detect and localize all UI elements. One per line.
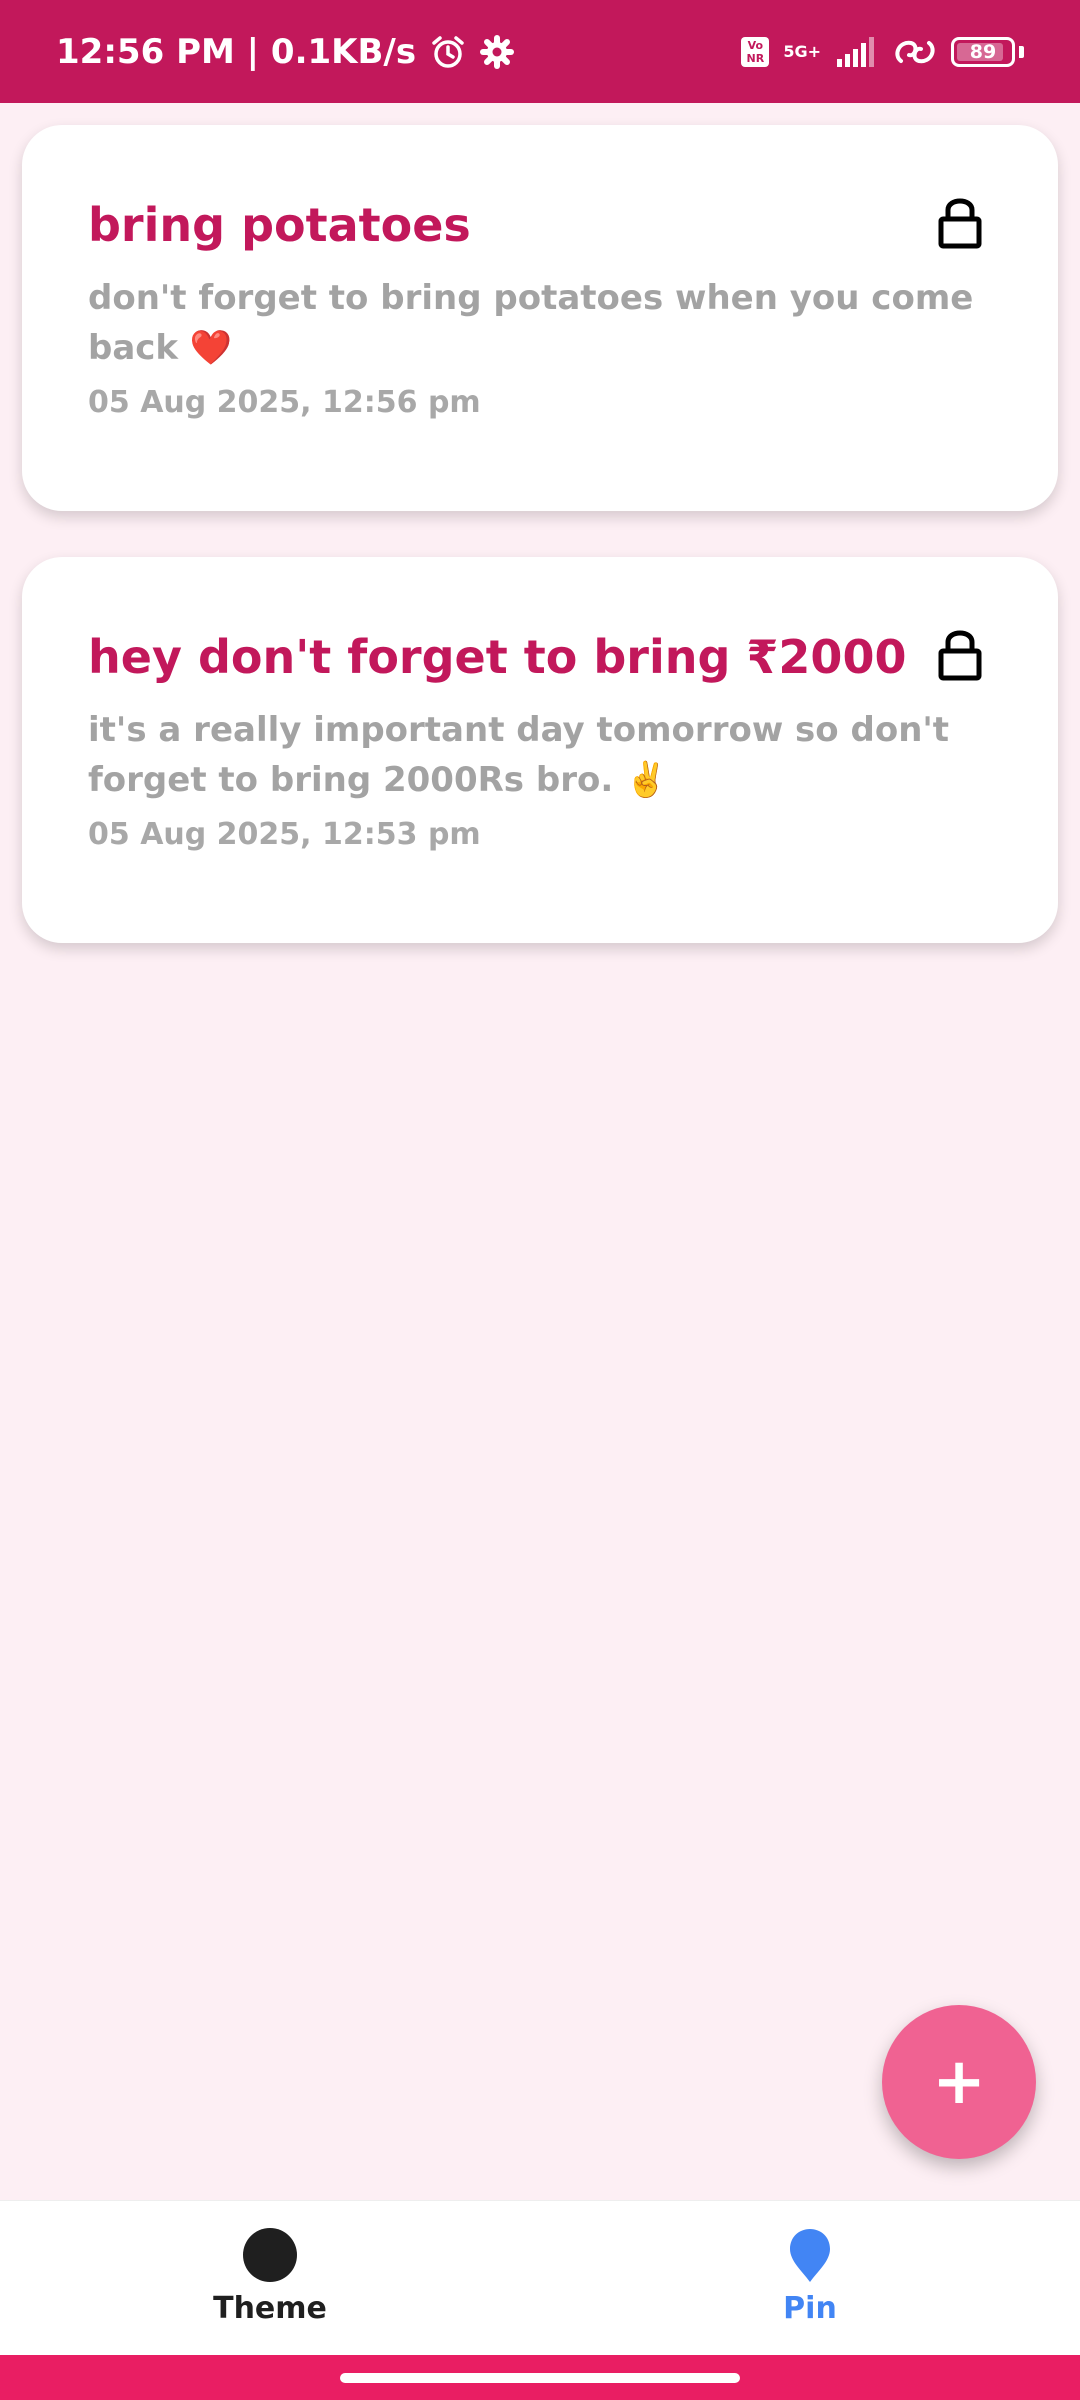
add-note-button[interactable]: + xyxy=(882,2005,1036,2159)
note-date: 05 Aug 2025, 12:56 pm xyxy=(88,385,481,420)
pin-icon xyxy=(790,2229,830,2282)
notes-list: bring potatoes don't forget to bring pot… xyxy=(22,125,1058,989)
note-date: 05 Aug 2025, 12:53 pm xyxy=(88,817,481,852)
note-card[interactable]: hey don't forget to bring ₹2000 it's a r… xyxy=(22,557,1058,943)
nav-label-pin: Pin xyxy=(783,2291,837,2326)
nav-label-theme: Theme xyxy=(213,2291,327,2326)
signal-icon xyxy=(837,36,874,67)
status-left: 12:56 PM | 0.1KB/s xyxy=(56,31,515,72)
bottom-nav: Theme Pin xyxy=(0,2200,1080,2355)
status-bar: 12:56 PM | 0.1KB/s Vo NR 5G+ 89 xyxy=(0,0,1080,103)
lock-icon[interactable] xyxy=(938,195,982,249)
nav-item-theme[interactable]: Theme xyxy=(0,2201,540,2355)
gesture-bar xyxy=(0,2355,1080,2400)
network-type: 5G+ xyxy=(783,41,821,61)
plus-icon: + xyxy=(932,2045,986,2119)
battery-icon: 89 xyxy=(951,36,1015,67)
status-right: Vo NR 5G+ 89 xyxy=(741,35,1024,69)
note-title: bring potatoes xyxy=(88,198,471,252)
battery-level: 89 xyxy=(969,40,997,63)
battery-tip xyxy=(1019,45,1024,58)
note-body: it's a really important day tomorrow so … xyxy=(88,710,950,800)
lock-icon[interactable] xyxy=(938,627,982,681)
circle-icon xyxy=(243,2228,297,2282)
note-title: hey don't forget to bring ₹2000 xyxy=(88,630,907,684)
gesture-handle[interactable] xyxy=(340,2373,740,2383)
note-body: don't forget to bring potatoes when you … xyxy=(88,278,974,368)
nav-item-pin[interactable]: Pin xyxy=(540,2201,1080,2355)
hotspot-link-icon xyxy=(895,40,935,63)
settings-gear-icon xyxy=(480,34,515,69)
note-card[interactable]: bring potatoes don't forget to bring pot… xyxy=(22,125,1058,511)
volte-icon: Vo NR xyxy=(741,36,770,67)
status-time-speed: 12:56 PM | 0.1KB/s xyxy=(56,31,417,72)
alarm-icon xyxy=(432,35,464,68)
